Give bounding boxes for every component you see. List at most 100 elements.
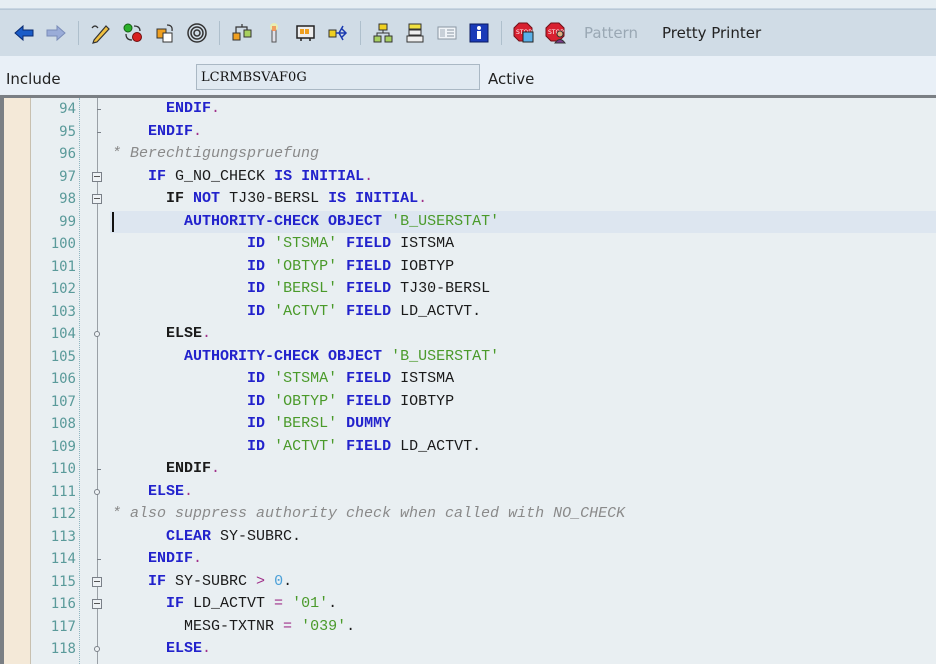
fold-branch-icon	[94, 488, 100, 495]
code-line[interactable]: 105 AUTHORITY-CHECK OBJECT 'B_USERSTAT'	[4, 346, 936, 369]
text-cursor	[112, 211, 114, 232]
code-line[interactable]: 114 ENDIF.	[4, 548, 936, 571]
session-breakpoint-button[interactable]: STOP	[511, 20, 537, 46]
forward-arrow-icon	[46, 24, 66, 42]
code-token: .	[283, 572, 293, 590]
display-change-button[interactable]	[88, 20, 114, 46]
collapse-block-icon[interactable]	[92, 599, 102, 609]
code-token: G_NO_CHECK	[166, 167, 275, 185]
line-number: 106	[50, 371, 76, 387]
code-text: ELSE.	[112, 325, 211, 342]
line-background	[110, 458, 936, 481]
code-line[interactable]: 98 IF NOT TJ30-BERSL IS INITIAL.	[4, 188, 936, 211]
pretty-printer-button[interactable]: Pretty Printer	[662, 24, 761, 42]
navigation-button[interactable]	[325, 20, 351, 46]
include-name-field[interactable]: LCRMBSVAF0G	[196, 64, 480, 90]
toolbar-separator	[78, 21, 79, 45]
code-token: NOT	[193, 190, 221, 207]
code-line[interactable]: 117 MESG-TXTNR = '039'.	[4, 616, 936, 639]
code-text: CLEAR SY-SUBRC.	[112, 528, 301, 545]
code-line[interactable]: 107 ID 'OBTYP' FIELD IOBTYP	[4, 391, 936, 414]
code-token: ID	[247, 302, 266, 320]
code-line[interactable]: 108 ID 'BERSL' DUMMY	[4, 413, 936, 436]
line-number: 99	[59, 213, 76, 230]
collapse-block-icon[interactable]	[92, 194, 102, 204]
code-line[interactable]: 95 ENDIF.	[4, 121, 936, 144]
code-token: .	[202, 640, 212, 657]
code-line[interactable]: 97 IF G_NO_CHECK IS INITIAL.	[4, 166, 936, 189]
code-token: * Berechtigungspruefung	[112, 145, 320, 162]
code-token: 'STSMA'	[274, 235, 338, 252]
code-token: =	[283, 617, 293, 635]
line-number: 95	[59, 123, 76, 140]
code-line[interactable]: 94 ENDIF.	[4, 98, 936, 121]
abap-code-editor[interactable]: 94 ENDIF. 95 ENDIF. 96 * Berechtigungspruef…	[0, 95, 936, 664]
code-text: AUTHORITY-CHECK OBJECT 'B_USERSTAT'	[112, 213, 499, 230]
code-token: FIELD	[346, 257, 392, 275]
code-text: MESG-TXTNR = '039'.	[112, 618, 355, 635]
code-line[interactable]: 102 ID 'BERSL' FIELD TJ30-BERSL	[4, 278, 936, 301]
code-line[interactable]: 99 AUTHORITY-CHECK OBJECT 'B_USERSTAT'	[4, 210, 936, 233]
forward-button[interactable]	[43, 20, 69, 46]
code-line[interactable]: 118 ELSE.	[4, 638, 936, 661]
code-token: .	[184, 482, 194, 500]
code-token: FIELD	[346, 370, 392, 387]
fold-branch-icon	[94, 646, 100, 652]
code-line[interactable]: 115 IF SY-SUBRC > 0.	[4, 571, 936, 594]
line-background	[110, 638, 936, 661]
information-button[interactable]	[466, 20, 492, 46]
code-text: * also suppress authority check when cal…	[112, 505, 625, 522]
code-line[interactable]: 106 ID 'STSMA' FIELD ISTSMA	[4, 368, 936, 391]
code-token: 'BERSL'	[274, 280, 338, 297]
code-line[interactable]: 113 CLEAR SY-SUBRC.	[4, 526, 936, 549]
code-token: IF	[166, 595, 185, 612]
collapse-block-icon[interactable]	[92, 576, 102, 587]
object-window-button[interactable]	[293, 20, 319, 46]
code-line[interactable]: 101 ID 'OBTYP' FIELD IOBTYP	[4, 256, 936, 279]
code-text: * Berechtigungspruefung	[112, 145, 319, 162]
activate-button[interactable]	[261, 20, 287, 46]
navigation-stack-button[interactable]	[402, 20, 428, 46]
other-object-button[interactable]	[152, 20, 178, 46]
external-breakpoint-button[interactable]: STOP	[543, 20, 569, 46]
code-token: 'ACTVT'	[274, 437, 338, 455]
code-token: .	[202, 325, 212, 342]
code-line[interactable]: 112 * also suppress authority check when …	[4, 503, 936, 526]
navigate-button[interactable]	[229, 20, 255, 46]
code-line[interactable]: 111 ELSE.	[4, 481, 936, 504]
object-list-button[interactable]	[370, 20, 396, 46]
other-object-icon	[156, 24, 173, 43]
code-token: AUTHORITY-CHECK OBJECT	[184, 212, 383, 230]
collapse-block-icon[interactable]	[92, 171, 102, 182]
code-line[interactable]: 103 ID 'ACTVT' FIELD LD_ACTVT.	[4, 301, 936, 324]
code-text: ID 'BERSL' FIELD TJ30-BERSL	[112, 280, 490, 297]
code-line[interactable]: 109 ID 'ACTVT' FIELD LD_ACTVT.	[4, 436, 936, 459]
back-button[interactable]	[11, 20, 37, 46]
code-line[interactable]: 104 ELSE.	[4, 323, 936, 346]
code-token: TJ30-BERSL	[391, 280, 491, 297]
code-token: ELSE	[166, 640, 203, 657]
where-used-button[interactable]	[184, 20, 210, 46]
display-window-button[interactable]	[434, 20, 460, 46]
code-line[interactable]: 96 * Berechtigungspruefung	[4, 143, 936, 166]
pattern-button[interactable]: Pattern	[584, 24, 638, 42]
code-token: ENDIF	[166, 100, 212, 117]
code-line[interactable]: 100 ID 'STSMA' FIELD ISTSMA	[4, 233, 936, 256]
active-inactive-button[interactable]	[120, 20, 146, 46]
line-background	[110, 323, 936, 346]
code-line[interactable]: 116 IF LD_ACTVT = '01'.	[4, 593, 936, 616]
object-list-icon	[373, 23, 393, 43]
include-label: Include	[6, 70, 61, 88]
code-line[interactable]: 110 ENDIF.	[4, 458, 936, 481]
